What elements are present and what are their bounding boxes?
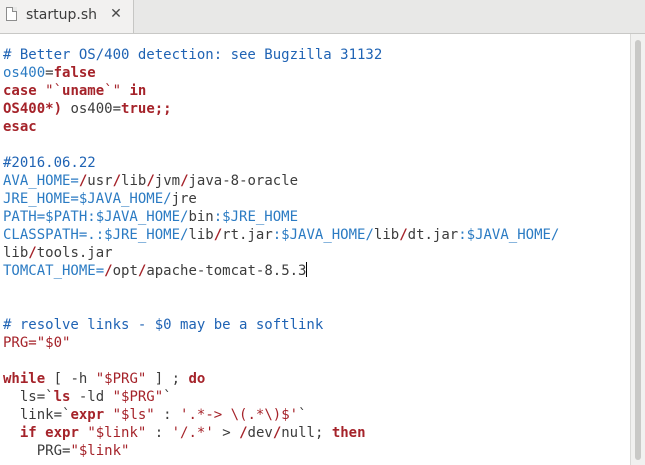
code-line: PATH=$PATH:$JAVA_HOME/bin:$JRE_HOME <box>3 209 299 225</box>
document-icon <box>6 7 17 21</box>
code-line: # resolve links - $0 may be a softlink <box>3 317 324 333</box>
code-area[interactable]: # Better OS/400 detection: see Bugzilla … <box>3 46 559 460</box>
text-cursor <box>306 262 308 277</box>
code-line: case "`uname`" in <box>3 83 147 99</box>
code-line: if expr "$link" : '/.*' > /dev/null; the… <box>19 425 366 441</box>
code-line: JRE_HOME=$JAVA_HOME/jre <box>3 191 197 207</box>
tab-startup-sh[interactable]: startup.sh ✕ <box>0 0 134 33</box>
code-line: esac <box>3 119 37 135</box>
close-tab-button[interactable]: ✕ <box>108 6 124 22</box>
code-line: OS400*) os400=true;; <box>3 101 172 117</box>
code-line: CLASSPATH=.:$JRE_HOME/lib/rt.jar:$JAVA_H… <box>3 227 560 243</box>
tab-bar: startup.sh ✕ <box>0 0 645 34</box>
code-line: PRG="$0" <box>3 335 71 351</box>
code-line: link=`expr "$ls" : '.*-> \(.*\)$'` <box>3 407 307 423</box>
scrollbar-thumb[interactable] <box>635 40 641 460</box>
code-line: TOMCAT_HOME=/opt/apache-tomcat-8.5.3 <box>3 262 308 279</box>
vertical-scrollbar[interactable] <box>630 34 645 465</box>
code-line: AVA_HOME=/usr/lib/jvm/java-8-oracle <box>3 173 299 189</box>
code-line: #2016.06.22 <box>3 155 96 171</box>
code-line: PRG="$link" <box>3 443 130 459</box>
tab-label: startup.sh <box>26 7 97 23</box>
code-line: # Better OS/400 detection: see Bugzilla … <box>3 47 383 63</box>
code-line: lib/tools.jar <box>3 245 113 261</box>
code-line: while [ -h "$PRG" ] ; do <box>3 371 206 387</box>
code-editor[interactable]: # Better OS/400 detection: see Bugzilla … <box>0 34 630 465</box>
code-line: os400=false <box>3 65 96 81</box>
code-line: ls=`ls -ld "$PRG"` <box>3 389 172 405</box>
